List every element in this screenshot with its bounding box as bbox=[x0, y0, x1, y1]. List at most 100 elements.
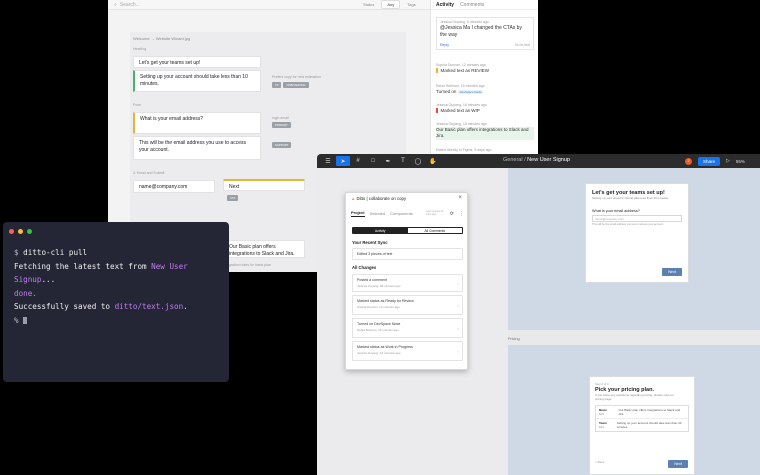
plan-desc: Setting up your account should take less… bbox=[616, 420, 682, 429]
sync-icon[interactable]: ⟳ bbox=[450, 211, 454, 217]
comment-thread[interactable]: Jessica Ouyang, 5 minutes ago @Jessica M… bbox=[436, 17, 534, 50]
recent-sync-heading: Your Recent Sync bbox=[352, 240, 388, 245]
mockup-email-input[interactable]: name@company.com bbox=[592, 214, 682, 222]
change-row[interactable]: Marked status as Work in Progress Jessic… bbox=[352, 341, 463, 361]
terminal-output: $ ditto-cli pull Fetching the latest tex… bbox=[14, 246, 224, 328]
comment-tool-icon[interactable]: ◯ bbox=[411, 156, 425, 166]
avatar[interactable]: J bbox=[685, 157, 692, 165]
more-icon[interactable]: ⋮ bbox=[459, 211, 464, 217]
cursor bbox=[23, 316, 28, 324]
activity-meta: Jessica Ouyang, 16 minutes ago bbox=[436, 103, 487, 107]
tag-pill[interactable]: V5 bbox=[272, 82, 282, 88]
activity-text: Marked text as REVIEW bbox=[440, 68, 490, 73]
tab-comments[interactable]: Comments bbox=[460, 2, 484, 8]
breadcrumb-separator: / bbox=[524, 157, 526, 163]
text-tool-icon[interactable]: T bbox=[396, 156, 410, 166]
text-card-basic-plan[interactable]: Our Basic plan offers integrations to Sl… bbox=[223, 240, 305, 258]
search-bar[interactable]: ⌕ Search... bbox=[114, 0, 140, 9]
text-card-next[interactable]: Next bbox=[223, 179, 305, 191]
web-topbar: ⌕ Search... Status Any Tags bbox=[108, 0, 430, 10]
text-card-teams[interactable]: Let's get your teams set up! bbox=[133, 56, 261, 68]
share-button[interactable]: Share bbox=[698, 156, 721, 166]
tab-activity[interactable]: Activity bbox=[436, 2, 454, 8]
desc-meta: SUPPORT bbox=[272, 142, 332, 148]
zoom-level[interactable]: 55% bbox=[736, 159, 745, 164]
tab-selected[interactable]: Selected bbox=[370, 211, 386, 216]
search-input[interactable]: Search... bbox=[120, 2, 140, 8]
toolbar-right: J Share ▷ 55% bbox=[685, 156, 745, 166]
section-label-heading: Heading bbox=[133, 47, 147, 51]
tab-project[interactable]: Project bbox=[351, 210, 365, 217]
close-dot-icon[interactable] bbox=[9, 229, 14, 234]
mockup-back-link[interactable]: < Back bbox=[595, 460, 604, 464]
activity-item: Sophia Duncan, 12 minutes ago Marked tex… bbox=[436, 63, 534, 74]
tag-pill[interactable]: PRIMARY bbox=[272, 122, 291, 128]
activity-item: Jessica Ouyang, 16 minutes ago Marked te… bbox=[436, 103, 534, 114]
move-tool-icon[interactable]: ➤ bbox=[336, 156, 350, 166]
command-text: ditto-cli pull bbox=[23, 248, 88, 257]
text-card-setup[interactable]: Setting up your account should take less… bbox=[133, 70, 261, 92]
plan-desc: Our Basic plan offers integrations to Sl… bbox=[618, 407, 681, 416]
terminal-line-saved: Successfully saved to ditto/text.json. bbox=[14, 300, 224, 314]
recent-sync-row[interactable]: Edited 3 pieces of text bbox=[352, 248, 463, 260]
reply-link[interactable]: Reply bbox=[440, 43, 449, 47]
mockup-next-button[interactable]: Next bbox=[662, 268, 682, 276]
dev-mode-tag: DevSpace Node bbox=[457, 90, 484, 94]
mockup-subtitle: Setting up your account should take less… bbox=[592, 196, 669, 200]
tag-pill[interactable]: SUPPORT bbox=[272, 142, 292, 148]
plugin-title: Ditto | collaborate on copy bbox=[356, 196, 407, 201]
ellipsis: ... bbox=[41, 275, 56, 285]
terminal-line-prompt[interactable]: % bbox=[14, 314, 224, 328]
maximize-dot-icon[interactable] bbox=[27, 229, 32, 234]
period: . bbox=[183, 302, 188, 312]
email-note: login email bbox=[272, 116, 289, 120]
tab-components[interactable]: Components bbox=[390, 211, 413, 216]
pricing-mockup[interactable]: Step 2 of 3 Pick your pricing plan. If y… bbox=[589, 376, 695, 475]
plan-row[interactable]: Team $49 Setting up your account should t… bbox=[596, 419, 688, 431]
tag-pill[interactable]: ONBOARDING bbox=[283, 82, 309, 88]
setup-note: Prefers copy for new estimation bbox=[272, 75, 322, 79]
change-row[interactable]: Turned on DevSpace Node Rahul Bellman, 1… bbox=[352, 318, 463, 338]
change-row[interactable]: Posted a comment Jessica Ouyang, 28 minu… bbox=[352, 274, 463, 292]
toggle-all-comments[interactable]: All Comments bbox=[408, 228, 463, 233]
text-card-email-question[interactable]: What is your email address? bbox=[133, 112, 261, 134]
filter-tags[interactable]: Tags bbox=[402, 1, 420, 8]
change-meta: Sophia Duncan, 12 minutes ago bbox=[357, 304, 400, 309]
minimize-dot-icon[interactable] bbox=[18, 229, 23, 234]
team-name: General bbox=[503, 157, 523, 163]
goto-text-link[interactable]: Go to text bbox=[515, 43, 530, 47]
activity-item: Jessica Ouyang, 18 minutes ago Our Basic… bbox=[436, 122, 534, 140]
terminal-window: $ ditto-cli pull Fetching the latest tex… bbox=[3, 222, 229, 382]
menu-icon[interactable]: ☰ bbox=[321, 156, 335, 166]
hand-tool-icon[interactable]: ✋ bbox=[426, 156, 440, 166]
next-meta: CTA bbox=[227, 195, 240, 201]
mockup-next-button[interactable]: Next bbox=[668, 460, 688, 468]
change-row[interactable]: Marked status as Ready for Review Sophia… bbox=[352, 295, 463, 315]
saved-path: ditto/text.json bbox=[114, 302, 184, 312]
toggle-activity[interactable]: Activity bbox=[353, 228, 408, 233]
terminal-line-command: $ ditto-cli pull bbox=[14, 246, 224, 260]
activity-text: Turned on bbox=[436, 89, 457, 94]
plan-price: $49 bbox=[599, 424, 605, 429]
activity-item: Edited directly in Figma, 5 days ago bbox=[436, 148, 492, 152]
shape-tool-icon[interactable]: □ bbox=[366, 156, 380, 166]
text-card-email-placeholder[interactable]: name@company.com bbox=[133, 180, 215, 193]
filter-status[interactable]: Status bbox=[358, 1, 379, 8]
filter-any[interactable]: Any bbox=[381, 0, 401, 9]
section-label-3: 3. Email and Submit bbox=[133, 171, 165, 175]
pen-tool-icon[interactable]: ✒ bbox=[381, 156, 395, 166]
filter-segment: Status Any Tags bbox=[358, 0, 421, 9]
terminal-line-done: done. bbox=[14, 288, 37, 298]
close-icon[interactable]: × bbox=[458, 195, 462, 201]
text-card-email-desc[interactable]: This will be the email address you use t… bbox=[133, 136, 261, 160]
chevron-right-icon: › bbox=[457, 326, 459, 332]
plan-row[interactable]: Basic $29 Our Basic plan offers integrati… bbox=[596, 406, 688, 419]
tag-pill[interactable]: CTA bbox=[227, 195, 239, 201]
frame-tool-icon[interactable]: # bbox=[351, 156, 365, 166]
status-indicator bbox=[436, 68, 438, 74]
fetch-text: Fetching the latest text from bbox=[14, 261, 152, 271]
frame-label-pricing[interactable]: Pricing bbox=[508, 337, 520, 341]
present-icon[interactable]: ▷ bbox=[726, 158, 730, 164]
file-breadcrumb[interactable]: General / New User Signup bbox=[503, 157, 570, 163]
signup-mockup[interactable]: Let's get your teams set up! Setting up … bbox=[585, 183, 689, 283]
